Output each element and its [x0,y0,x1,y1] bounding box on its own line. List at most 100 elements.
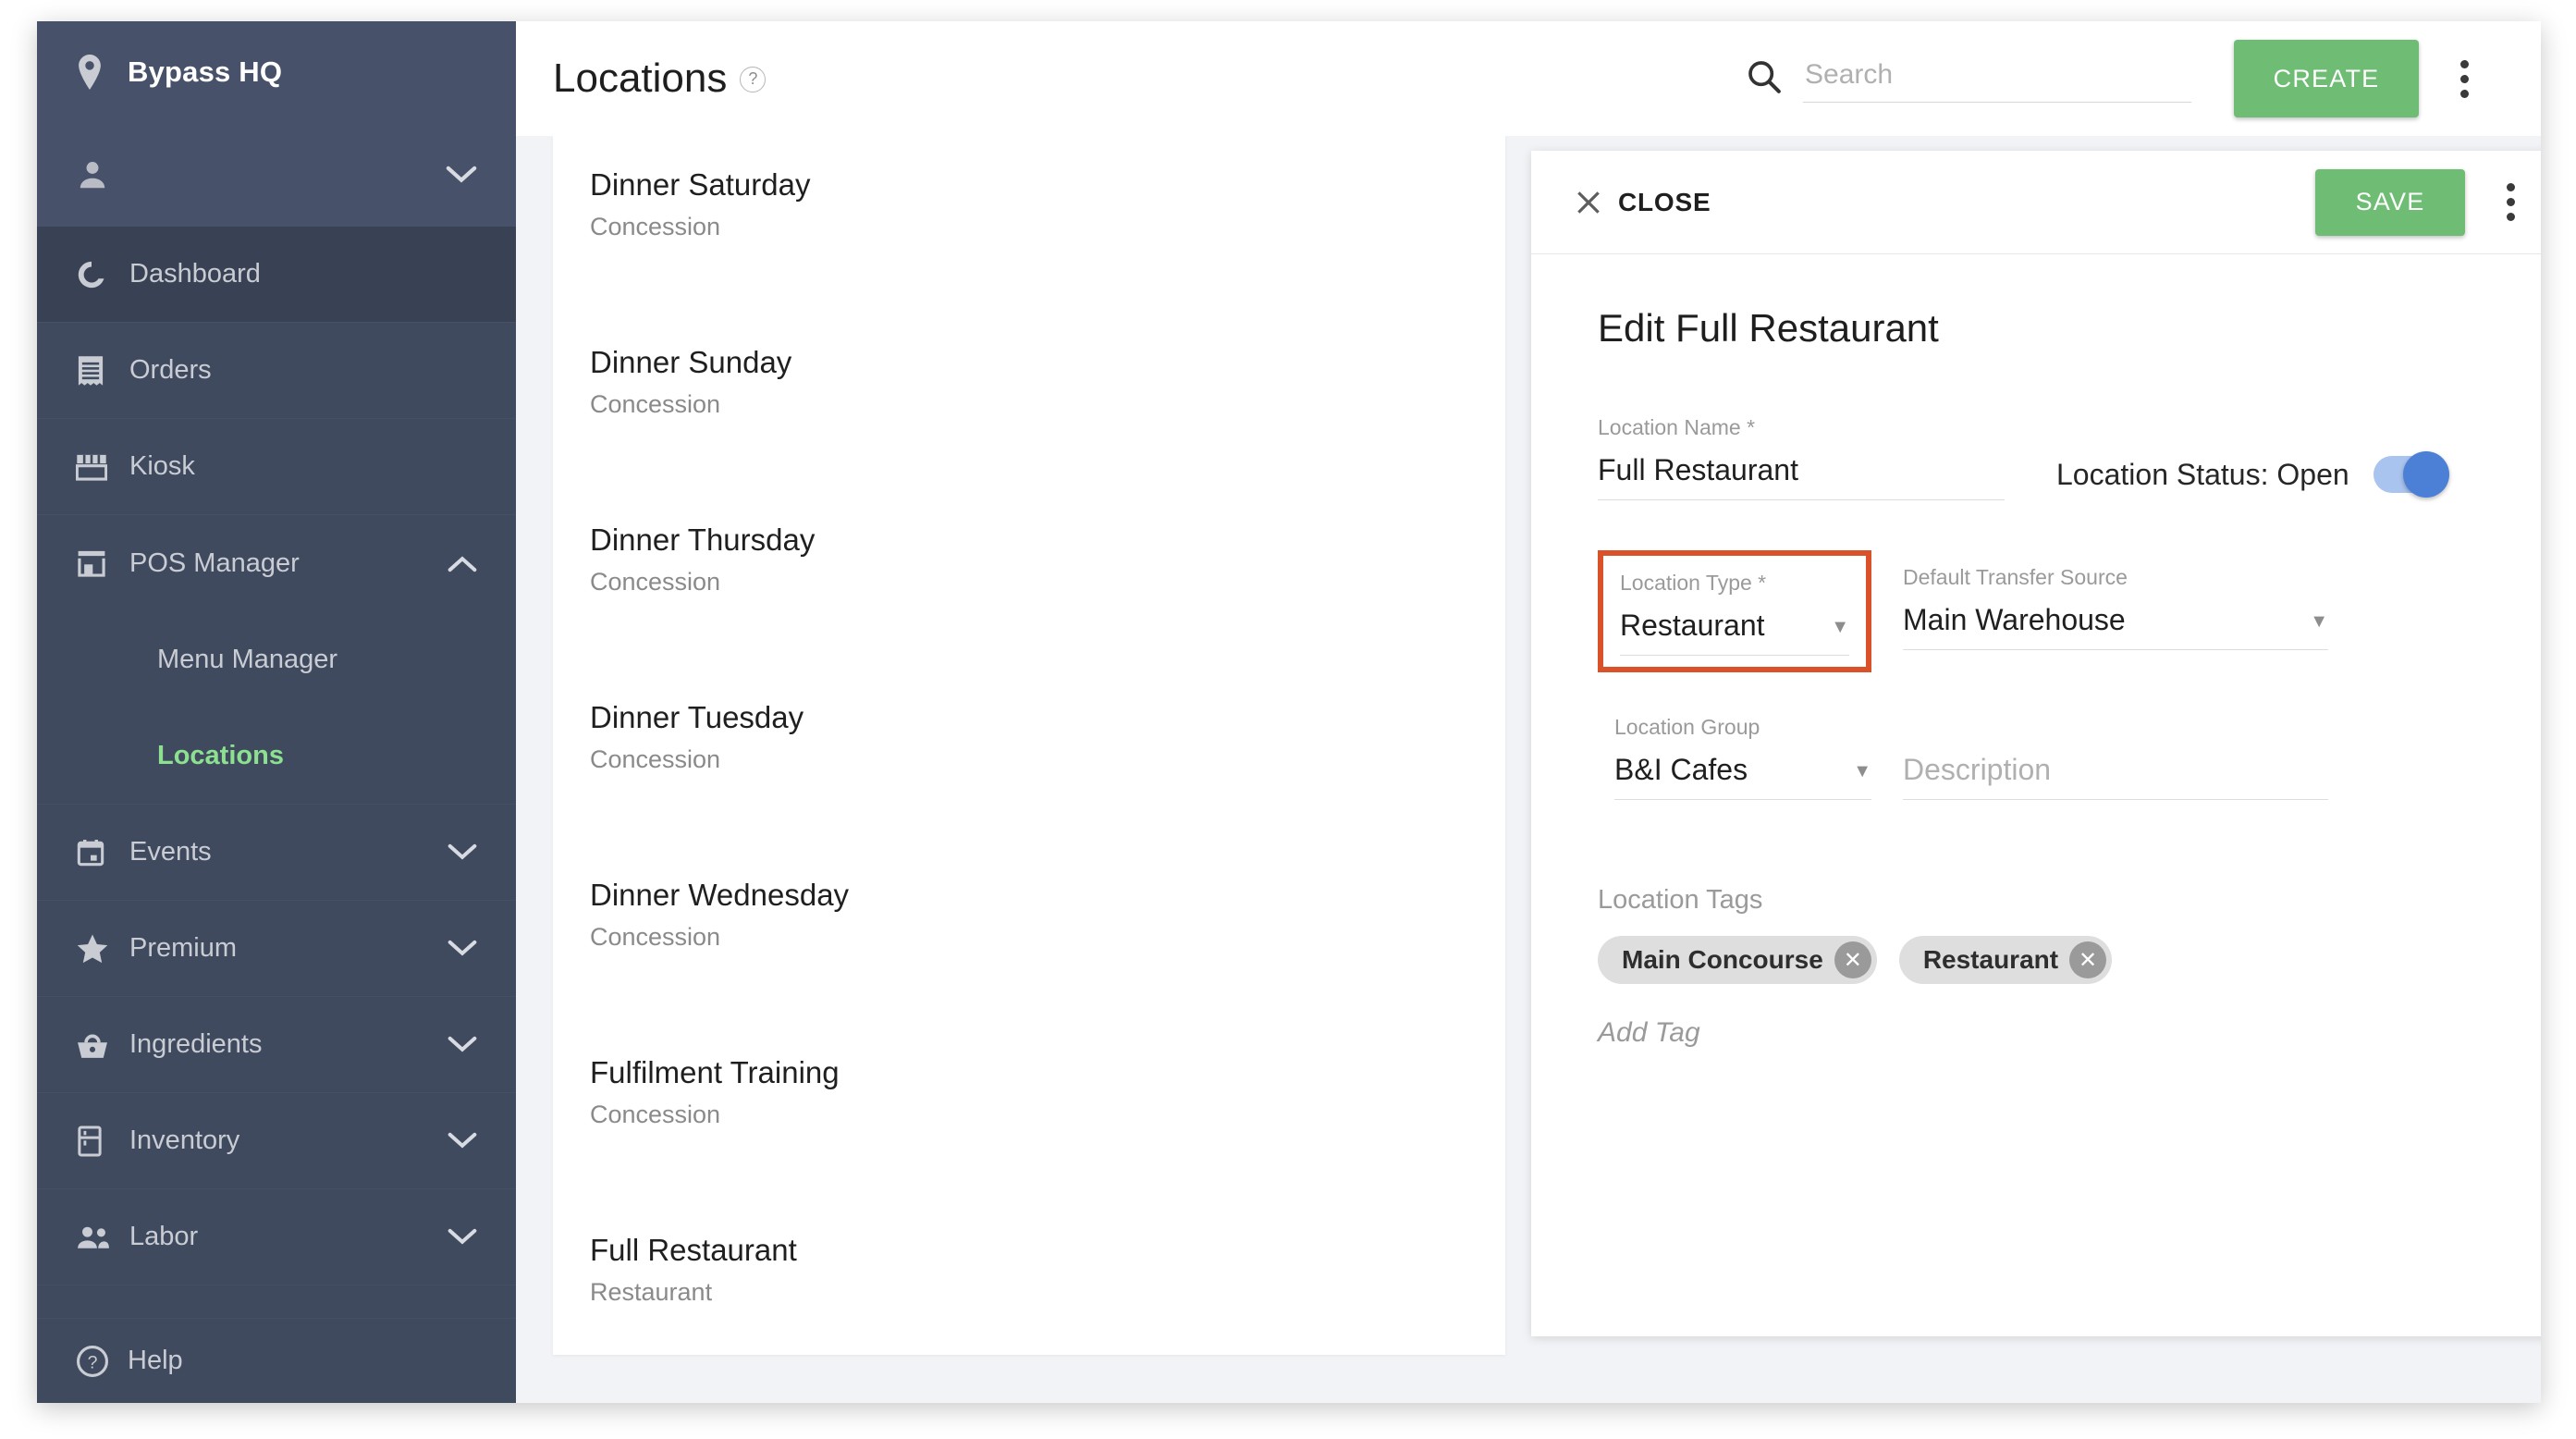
location-type-label: Location Type * [1620,571,1767,595]
location-tags-section: Location Tags Main Concourse ✕ Restaurant ✕… [1598,885,2493,1049]
sidebar-item-premium[interactable]: Premium [37,901,516,997]
sidebar: Bypass HQ Dashboard Orders Kiosk POS Man… [37,21,516,1403]
sidebar-item-events[interactable]: Events [37,805,516,901]
add-tag-input[interactable]: Add Tag [1598,1017,2493,1049]
location-type: Concession [590,923,721,951]
sidebar-item-label: Kiosk [129,451,195,481]
close-x-icon[interactable]: ✕ [2069,941,2107,978]
sidebar-subitem-label: Menu Manager [157,644,338,674]
sidebar-item-label: Ingredients [129,1029,263,1059]
receipt-icon [76,355,118,387]
location-name-label: Location Name * [1598,415,1756,439]
sidebar-item-label: Premium [129,933,238,963]
people-icon [76,1225,118,1249]
location-status-control[interactable]: Location Status: Open [2056,451,2449,500]
edit-location-panel: CLOSE SAVE Edit Full Restaurant Location… [1531,151,2541,1336]
chevron-down-icon [446,166,477,184]
sidebar-item-pos-manager[interactable]: POS Manager [37,515,516,611]
page-title: Locations? [553,55,767,102]
list-item[interactable]: Dinner Thursday Concession [553,491,1505,628]
location-name-value: Full Restaurant [1598,453,1798,486]
svg-text:?: ? [88,1352,98,1372]
edit-panel-title: Edit Full Restaurant [1598,306,1939,350]
create-button[interactable]: CREATE [2234,40,2419,117]
list-item[interactable]: Full Restaurant Restaurant [553,1201,1505,1338]
location-tag: Restaurant ✕ [1898,936,2113,984]
location-name: Dinner Thursday [590,523,816,557]
sidebar-item-kiosk[interactable]: Kiosk [37,419,516,515]
storefront-icon [76,549,118,577]
detail-panel-wrapper: CLOSE SAVE Edit Full Restaurant Location… [1505,136,2541,1403]
location-name: Dinner Saturday [590,167,811,202]
description-field[interactable]: Description [1903,753,2328,800]
list-item-spacer [553,806,1505,846]
search-area [1746,55,2191,103]
sidebar-brand[interactable]: Bypass HQ [37,21,516,123]
sidebar-subitem-label: Locations [157,740,284,770]
app-window: Bypass HQ Dashboard Orders Kiosk POS Man… [37,21,2541,1403]
locations-list-panel[interactable]: Dinner Saturday Concession Dinner Sunday Co… [553,136,1505,1355]
location-group-select[interactable]: B&I Cafes ▼ [1614,753,1871,800]
location-status-label: Location Status: Open [2056,457,2349,491]
search-icon[interactable] [1746,58,1783,103]
location-type: Concession [590,1101,721,1128]
list-item[interactable]: Dinner Tuesday Concession [553,669,1505,806]
location-status-toggle[interactable] [2373,451,2449,498]
location-group-field[interactable]: Location Group B&I Cafes ▼ [1598,715,1871,800]
vertical-dots-icon[interactable] [2485,164,2535,241]
chevron-up-icon [440,555,477,572]
content-row: Dinner Saturday Concession Dinner Sunday Co… [516,136,2541,1403]
location-type-value: Restaurant [1620,609,1765,642]
location-tag-label: Restaurant [1922,945,2059,974]
location-type: Restaurant [590,1278,713,1306]
location-name: Full Restaurant [590,1233,797,1267]
list-item[interactable]: Dinner Sunday Concession [553,314,1505,450]
list-item-spacer [553,1338,1505,1355]
toggle-knob [2402,451,2449,498]
sidebar-item-help[interactable]: ? Help [37,1318,516,1403]
chevron-down-icon: ▼ [1831,617,1849,637]
location-type-field[interactable]: Location Type * Restaurant ▼ [1598,550,1871,672]
location-name-field[interactable]: Location Name * Full Restaurant [1598,415,2005,500]
location-name: Dinner Tuesday [590,700,804,734]
sidebar-item-menu-manager[interactable]: Menu Manager [37,611,516,707]
default-transfer-source-value: Main Warehouse [1903,603,2126,636]
location-type: Concession [590,745,721,773]
save-button[interactable]: SAVE [2315,168,2465,236]
sidebar-item-labor[interactable]: Labor [37,1189,516,1285]
main-area: Locations? CREATE Dinner Saturday Concess… [516,21,2541,1403]
sidebar-item-ingredients[interactable]: Ingredients [37,997,516,1093]
list-item[interactable]: Dinner Saturday Concession [553,136,1505,273]
location-name-input[interactable]: Full Restaurant [1598,453,2005,500]
vertical-dots-icon[interactable] [2439,40,2489,117]
fridge-icon [76,1125,118,1157]
question-mark-circle-icon[interactable]: ? [740,66,767,92]
star-icon [76,933,118,965]
default-transfer-source-select[interactable]: Main Warehouse ▼ [1903,603,2328,650]
form-row-name-status: Location Name * Full Restaurant Location… [1598,415,2493,500]
description-input[interactable]: Description [1903,753,2328,800]
search-input[interactable] [1803,55,2191,103]
chevron-down-icon: ▼ [2310,611,2328,632]
list-item[interactable]: Dinner Wednesday Concession [553,846,1505,983]
sidebar-item-dashboard[interactable]: Dashboard [37,227,516,323]
person-icon [76,158,109,191]
top-bar: Locations? CREATE [516,21,2541,136]
sidebar-item-orders[interactable]: Orders [37,323,516,419]
close-x-icon [1574,188,1603,217]
sidebar-item-label: Help [128,1346,183,1375]
location-type-select[interactable]: Restaurant ▼ [1620,609,1849,656]
location-name: Dinner Wednesday [590,878,850,912]
sidebar-user-selector[interactable] [37,123,516,227]
location-pin-icon [76,55,104,90]
detail-panel-header: CLOSE SAVE [1531,151,2541,254]
chevron-down-icon [440,1132,477,1150]
sidebar-item-label: Dashboard [129,259,261,289]
list-item[interactable]: Fulfilment Training Concession [553,1024,1505,1161]
default-transfer-source-field[interactable]: Default Transfer Source Main Warehouse ▼ [1903,550,2328,672]
close-button[interactable]: CLOSE [1574,188,1711,217]
close-x-icon[interactable]: ✕ [1834,941,1871,978]
sidebar-item-inventory[interactable]: Inventory [37,1093,516,1189]
location-tag: Main Concourse ✕ [1598,936,1877,984]
sidebar-item-locations[interactable]: Locations [37,707,516,804]
